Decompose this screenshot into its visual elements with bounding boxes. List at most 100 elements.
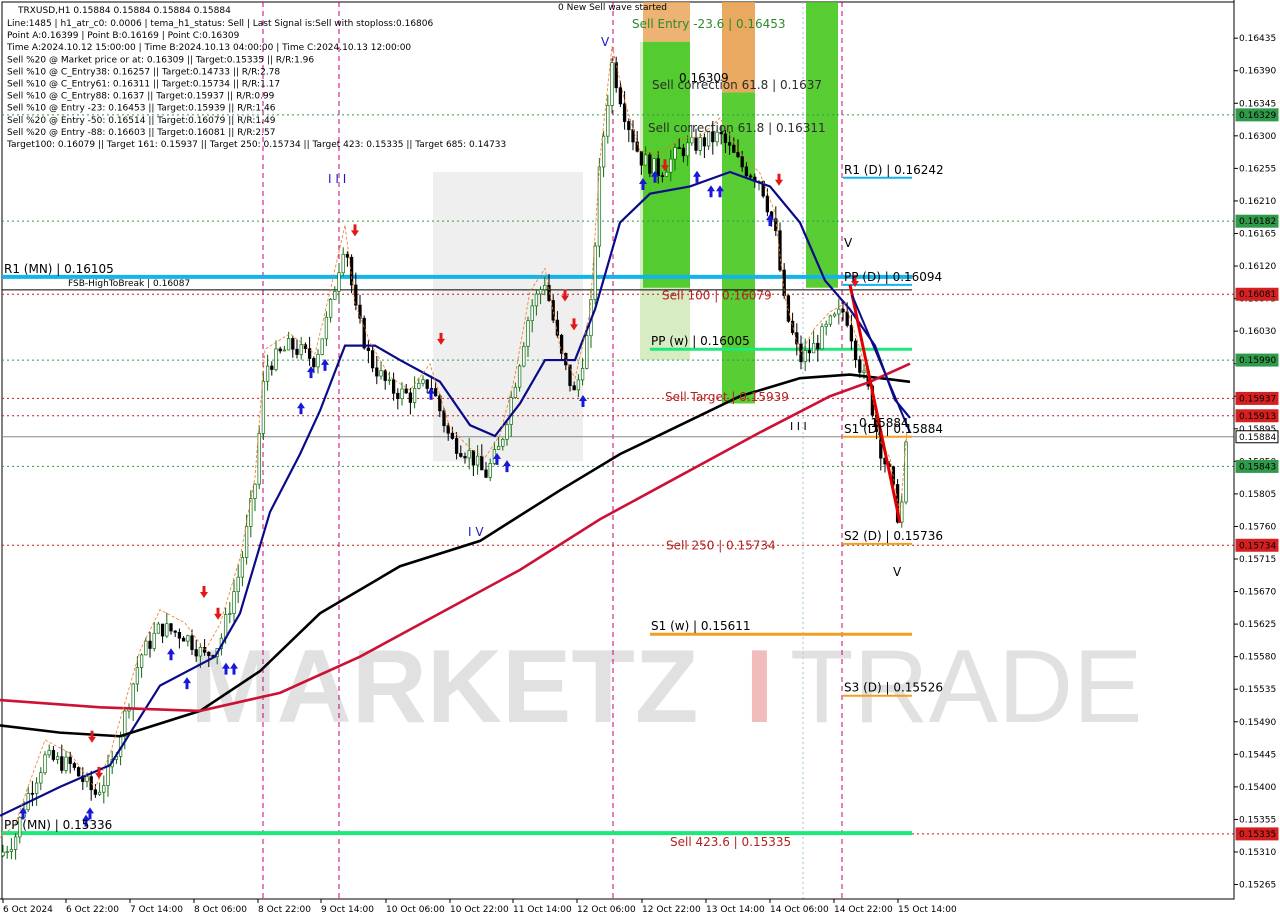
candle-body xyxy=(68,756,72,764)
candle-body xyxy=(337,272,341,292)
price-tag-label: 0.16182 xyxy=(1239,217,1276,227)
y-tick-label: 0.15715 xyxy=(1239,555,1276,565)
candle-body xyxy=(366,347,371,351)
candle-body xyxy=(106,766,110,786)
candle-body xyxy=(236,576,240,592)
x-tick-label: 7 Oct 14:00 xyxy=(130,905,183,915)
y-tick-label: 0.15625 xyxy=(1239,620,1276,630)
x-tick-label: 8 Oct 06:00 xyxy=(194,905,247,915)
candle-body xyxy=(55,756,60,760)
annotation-text: V xyxy=(893,565,902,579)
candle-body xyxy=(43,754,47,774)
candle-body xyxy=(387,379,392,382)
candle-body xyxy=(207,651,211,656)
candle-body xyxy=(454,438,459,454)
candle-body xyxy=(5,851,9,853)
level-label: S3 (D) | 0.15526 xyxy=(844,681,943,695)
info-line: Sell %10 @ C_Entry38: 0.16257 || Target:… xyxy=(7,67,280,77)
x-tick-label: 13 Oct 14:00 xyxy=(706,905,765,915)
candle-body xyxy=(396,392,400,399)
candle-body xyxy=(261,380,266,434)
target-label: Sell 423.6 | 0.15335 xyxy=(670,835,791,849)
annotation-text: 0 New Sell wave started xyxy=(558,3,667,13)
candle-body xyxy=(349,256,354,286)
candle-body xyxy=(282,349,287,352)
trading-chart[interactable]: MARKETZ I TRADE R1 (MN) | 0.16105 FSB-Hig… xyxy=(0,0,1280,920)
candle-body xyxy=(816,342,820,350)
level-label: S1 (w) | 0.15611 xyxy=(651,619,751,633)
candle-body xyxy=(1,851,5,856)
info-line: Sell %10 @ C_Entry61: 0.16311 || Target:… xyxy=(7,80,280,90)
candle-body xyxy=(463,456,467,459)
candle-body xyxy=(72,763,77,768)
candle-body xyxy=(240,557,245,578)
candle-body xyxy=(51,750,56,760)
price-tag-label: 0.16081 xyxy=(1239,290,1276,300)
candle-body xyxy=(274,348,278,370)
candle-body xyxy=(320,338,324,355)
candle-body xyxy=(732,144,736,153)
annotation-text: I I I xyxy=(790,420,807,433)
candle-body xyxy=(656,158,660,176)
level-label: S2 (D) | 0.15736 xyxy=(844,529,943,543)
y-tick-label: 0.16300 xyxy=(1239,132,1276,142)
y-tick-label: 0.16390 xyxy=(1239,67,1276,77)
x-tick-label: 14 Oct 06:00 xyxy=(770,905,829,915)
candle-body xyxy=(123,710,127,738)
candle-body xyxy=(765,195,770,213)
level-label: PP (D) | 0.16094 xyxy=(844,270,942,284)
candle-body xyxy=(677,147,681,149)
candle-body xyxy=(165,623,169,637)
y-tick-label: 0.16165 xyxy=(1239,229,1276,239)
candle-body xyxy=(34,782,39,794)
candle-body xyxy=(433,388,438,397)
candle-body xyxy=(362,317,366,349)
y-tick-label: 0.15535 xyxy=(1239,685,1276,695)
info-line: Sell %20 @ Market price or at: 0.16309 |… xyxy=(7,55,314,65)
y-tick-label: 0.15580 xyxy=(1239,653,1276,663)
candle-body xyxy=(513,386,518,399)
info-line: Point A:0.16399 | Point B:0.16169 | Poin… xyxy=(7,31,240,41)
candle-body xyxy=(622,103,627,122)
candle-body xyxy=(627,121,631,131)
candle-body xyxy=(244,526,249,558)
candle-body xyxy=(173,630,177,633)
candle-body xyxy=(316,354,320,368)
target-label: Sell 250 | 0.15734 xyxy=(666,538,776,552)
candle-body xyxy=(446,425,450,434)
candle-body xyxy=(169,623,173,632)
annotation-text: 0.16309 xyxy=(679,71,729,85)
candle-body xyxy=(572,385,576,391)
y-tick-label: 0.15445 xyxy=(1239,750,1276,760)
candle-body xyxy=(744,166,749,177)
candle-body xyxy=(89,776,93,791)
y-tick-label: 0.16345 xyxy=(1239,99,1276,109)
candle-body xyxy=(324,316,329,340)
candle-body xyxy=(190,635,194,650)
info-line: Sell %20 @ Entry -88: 0.16603 || Target:… xyxy=(7,128,275,138)
candle-body xyxy=(698,137,702,151)
target-label: Sell Target | 0.15939 xyxy=(665,390,789,404)
candle-body xyxy=(858,359,862,373)
candle-body xyxy=(76,767,81,777)
candle-body xyxy=(488,463,492,478)
candle-body xyxy=(484,469,488,478)
candle-body xyxy=(249,498,253,527)
candle-body xyxy=(505,424,509,440)
candle-body xyxy=(471,450,476,466)
candle-body xyxy=(824,323,828,328)
info-line: Sell %10 @ C_Entry88: 0.1637 || Target:0… xyxy=(7,92,275,102)
candle-body xyxy=(853,340,858,361)
y-tick-label: 0.15355 xyxy=(1239,815,1276,825)
candle-body xyxy=(606,105,610,137)
target-label: Sell Entry -23.6 | 0.16453 xyxy=(632,17,786,31)
candle-body xyxy=(295,348,299,355)
candle-body xyxy=(152,632,156,649)
candle-body xyxy=(568,364,572,387)
candle-body xyxy=(585,335,589,369)
candle-body xyxy=(601,135,606,168)
candle-body xyxy=(807,350,812,354)
candle-body xyxy=(286,338,291,351)
candle-body xyxy=(421,379,425,384)
candle-body xyxy=(459,453,463,457)
